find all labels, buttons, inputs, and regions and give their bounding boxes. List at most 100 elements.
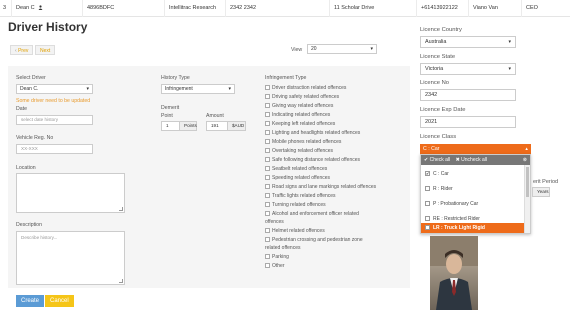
checkbox[interactable] <box>265 121 270 127</box>
period-unit: Years <box>532 187 550 197</box>
infringement-option[interactable]: Alcohol and enforcement officer related <box>265 211 359 217</box>
checkbox[interactable] <box>425 216 430 222</box>
licence-state-label: Licence State <box>420 54 456 60</box>
licence-no-input[interactable]: 2342 <box>420 89 516 101</box>
licence-class-option-highlighted[interactable]: LR : Truck Light Rigid <box>421 223 525 233</box>
licence-country-value: Australia <box>425 39 447 45</box>
vehicle-input[interactable]: XX-XXX <box>16 144 93 154</box>
uncheck-all-link[interactable]: Uncheck all <box>461 157 487 163</box>
check-all-link[interactable]: Check all <box>430 157 451 163</box>
point-unit: Points <box>179 121 197 131</box>
checkbox[interactable] <box>265 202 270 208</box>
infringement-option[interactable]: Speeding related offences <box>265 175 330 181</box>
licence-class-multiselect[interactable]: C : Car ▴ <box>420 144 531 154</box>
option-label: RE : Restricted Rider <box>433 216 480 222</box>
infringement-option[interactable]: Driver distraction related offences <box>265 85 346 91</box>
cancel-button[interactable]: Cancel <box>45 295 74 307</box>
infringement-option[interactable]: Overtaking related offences <box>265 148 333 154</box>
option-label: Giving way related offences <box>272 103 334 109</box>
next-label: Next <box>40 48 51 54</box>
checkbox[interactable] <box>265 211 270 217</box>
resize-handle[interactable] <box>119 207 123 211</box>
scrollbar-thumb[interactable] <box>526 167 529 197</box>
page-title: Driver History <box>8 20 88 34</box>
licence-class-label: Licence Class <box>420 134 457 140</box>
resize-handle[interactable] <box>119 279 123 283</box>
table-row[interactable]: 3 Dean C 4896BDFC Intellitrac Research 2… <box>0 0 570 17</box>
infringement-option[interactable]: Helmet related offences <box>265 228 325 234</box>
checkbox[interactable] <box>265 175 270 181</box>
close-circle-icon[interactable]: ⊗ <box>523 155 527 165</box>
infringement-option[interactable]: Traffic lights related offences <box>265 193 336 199</box>
checkbox[interactable] <box>265 85 270 91</box>
licence-class-option[interactable]: ✔ C : Car <box>421 167 525 182</box>
description-textarea[interactable]: Describe history... <box>16 231 125 285</box>
option-label: Alcohol and enforcement officer related <box>272 211 359 217</box>
checkbox[interactable] <box>265 254 270 260</box>
infringement-option[interactable]: Lighting and headlights related offences <box>265 130 360 136</box>
create-button[interactable]: Create <box>16 295 45 307</box>
driver-id-cell: 4896BDFC <box>84 0 165 17</box>
checkbox[interactable] <box>265 184 270 190</box>
checkbox[interactable] <box>425 201 430 207</box>
checkbox[interactable] <box>265 94 270 100</box>
checkbox[interactable] <box>265 148 270 154</box>
option-label: Helmet related offences <box>272 228 325 234</box>
checkbox[interactable] <box>265 139 270 145</box>
infringement-option[interactable]: Road signs and lane markings related off… <box>265 184 376 190</box>
infringement-option[interactable]: Pedestrian crossing and pedestrian zone <box>265 237 363 243</box>
option-label: Parking <box>272 254 289 260</box>
view-select[interactable]: 20 ▾ <box>307 44 377 54</box>
infringement-option[interactable]: Mobile phones related offences <box>265 139 341 145</box>
prev-button[interactable]: ‹ Prev <box>10 45 34 55</box>
infringement-option[interactable]: Giving way related offences <box>265 103 333 109</box>
option-label: P : Probationary Car <box>433 201 479 207</box>
history-type-select[interactable]: Infringement ▾ <box>161 84 235 94</box>
option-label: Road signs and lane markings related off… <box>272 184 377 190</box>
infringement-option[interactable]: Other <box>265 263 285 269</box>
demerit-label: Demerit <box>161 105 180 111</box>
scrollbar[interactable] <box>524 165 530 233</box>
infringement-option[interactable]: Safe following distance related offences <box>265 157 360 163</box>
checkbox[interactable] <box>265 130 270 136</box>
checkbox[interactable] <box>425 225 430 231</box>
infringement-option[interactable]: Parking <box>265 254 289 260</box>
checkbox-checked[interactable]: ✔ <box>425 171 430 177</box>
select-driver-dropdown[interactable]: Dean C. ▾ <box>16 84 93 94</box>
checkbox[interactable] <box>265 157 270 163</box>
checkbox[interactable] <box>265 166 270 172</box>
checkbox[interactable] <box>265 228 270 234</box>
next-button[interactable]: Next <box>35 45 56 55</box>
checkbox[interactable] <box>265 237 270 243</box>
select-driver-value: Dean C. <box>20 86 39 92</box>
checkbox[interactable] <box>265 103 270 109</box>
description-label: Description <box>16 222 42 228</box>
amount-input[interactable]: 191 <box>206 121 228 131</box>
option-label: Indicating related offences <box>272 112 331 118</box>
driver-name-cell: Dean C <box>13 0 83 17</box>
infringement-option[interactable]: Driving safety related offences <box>265 94 339 100</box>
vehicle-cell: Viano Van <box>470 0 522 17</box>
location-textarea[interactable] <box>16 173 125 213</box>
infringement-option[interactable]: Turning related offences <box>265 202 326 208</box>
checkbox[interactable] <box>265 112 270 118</box>
licence-class-option[interactable]: P : Probationary Car <box>421 197 525 212</box>
licence-exp-input[interactable]: 2021 <box>420 116 516 128</box>
infringement-option[interactable]: Seatbelt related offences <box>265 166 327 172</box>
infringement-option[interactable]: Keeping left related offences <box>265 121 335 127</box>
licence-class-option[interactable]: R : Rider <box>421 182 525 197</box>
licence-country-select[interactable]: Australia ▾ <box>420 36 516 48</box>
licence-state-value: Victoria <box>425 66 444 72</box>
date-input[interactable]: select date history <box>16 115 93 125</box>
checkbox[interactable] <box>265 263 270 269</box>
point-input[interactable]: 1 <box>161 121 180 131</box>
infringement-option[interactable]: Indicating related offences <box>265 112 330 118</box>
point-label: Point <box>161 113 173 119</box>
checkbox[interactable] <box>425 186 430 192</box>
close-icon: ✖ <box>455 157 460 163</box>
licence-state-select[interactable]: Victoria ▾ <box>420 63 516 75</box>
description-placeholder: Describe history... <box>21 235 58 240</box>
chevron-down-icon: ▾ <box>508 39 511 45</box>
row-index: 3 <box>0 0 12 17</box>
checkbox[interactable] <box>265 193 270 199</box>
